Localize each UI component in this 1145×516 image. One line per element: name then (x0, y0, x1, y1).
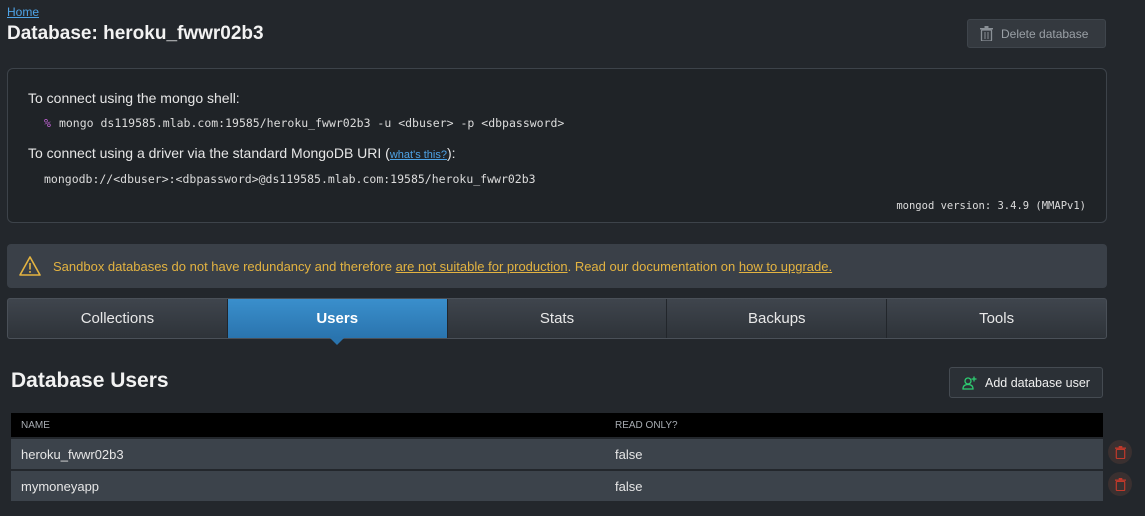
trash-icon (1114, 477, 1126, 491)
not-suitable-link[interactable]: are not suitable for production (396, 259, 568, 274)
user-name-cell: mymoneyapp (11, 471, 605, 501)
tab-backups[interactable]: Backups (666, 299, 886, 338)
database-users-title: Database Users (11, 369, 169, 392)
column-header-name: NAME (11, 413, 605, 437)
mongod-version: mongod version: 3.4.9 (MMAPv1) (896, 200, 1086, 212)
tab-collections[interactable]: Collections (8, 299, 227, 338)
delete-database-label: Delete database (1001, 26, 1089, 41)
delete-user-button[interactable] (1108, 440, 1132, 464)
sandbox-warning-banner: Sandbox databases do not have redundancy… (7, 244, 1107, 288)
tab-stats[interactable]: Stats (446, 299, 667, 338)
warning-text-pre: Sandbox databases do not have redundancy… (53, 258, 396, 274)
page-title: Database: heroku_fwwr02b3 (7, 23, 264, 44)
driver-label: To connect using a driver via the standa… (28, 145, 456, 161)
connection-info-panel: To connect using the mongo shell: % mongo… (7, 68, 1107, 223)
database-tabs: Collections Users Stats Backups Tools (7, 298, 1107, 345)
column-header-read-only: READ ONLY? (605, 413, 1103, 437)
add-database-user-label: Add database user (985, 375, 1090, 390)
read-only-cell: false (605, 439, 1103, 469)
whats-this-link[interactable]: what's this? (390, 149, 447, 161)
trash-icon (980, 26, 993, 41)
table-header-row: NAME READ ONLY? (11, 413, 1103, 437)
warning-icon (19, 256, 41, 276)
driver-label-text: To connect using a driver via the standa… (28, 145, 390, 161)
warning-text: Sandbox databases do not have redundancy… (53, 259, 832, 274)
breadcrumb-home-link[interactable]: Home (7, 5, 39, 19)
table-row[interactable]: mymoneyapp false (11, 471, 1103, 501)
breadcrumb: Home (7, 5, 39, 19)
shell-command: % mongo ds119585.mlab.com:19585/heroku_fw… (44, 116, 564, 130)
delete-user-button[interactable] (1108, 472, 1132, 496)
user-name-cell: heroku_fwwr02b3 (11, 439, 605, 469)
shell-label: To connect using the mongo shell: (28, 90, 240, 106)
trash-icon (1114, 445, 1126, 459)
driver-label-end: ): (447, 145, 456, 161)
delete-database-button[interactable]: Delete database (967, 19, 1106, 48)
mongodb-uri[interactable]: mongodb://<dbuser>:<dbpassword>@ds119585… (44, 172, 536, 186)
table-row[interactable]: heroku_fwwr02b3 false (11, 439, 1103, 469)
shell-command-text[interactable]: mongo ds119585.mlab.com:19585/heroku_fww… (59, 116, 564, 130)
tab-tools[interactable]: Tools (886, 299, 1106, 338)
add-database-user-button[interactable]: Add database user (949, 367, 1103, 398)
read-only-cell: false (605, 471, 1103, 501)
warning-text-mid: . Read our documentation on (567, 258, 739, 274)
add-user-icon (962, 376, 977, 390)
how-to-upgrade-link[interactable]: how to upgrade. (739, 259, 832, 274)
tab-users[interactable]: Users (226, 299, 447, 345)
shell-prompt: % (44, 116, 51, 130)
users-table: NAME READ ONLY? heroku_fwwr02b3 false my… (11, 411, 1103, 503)
